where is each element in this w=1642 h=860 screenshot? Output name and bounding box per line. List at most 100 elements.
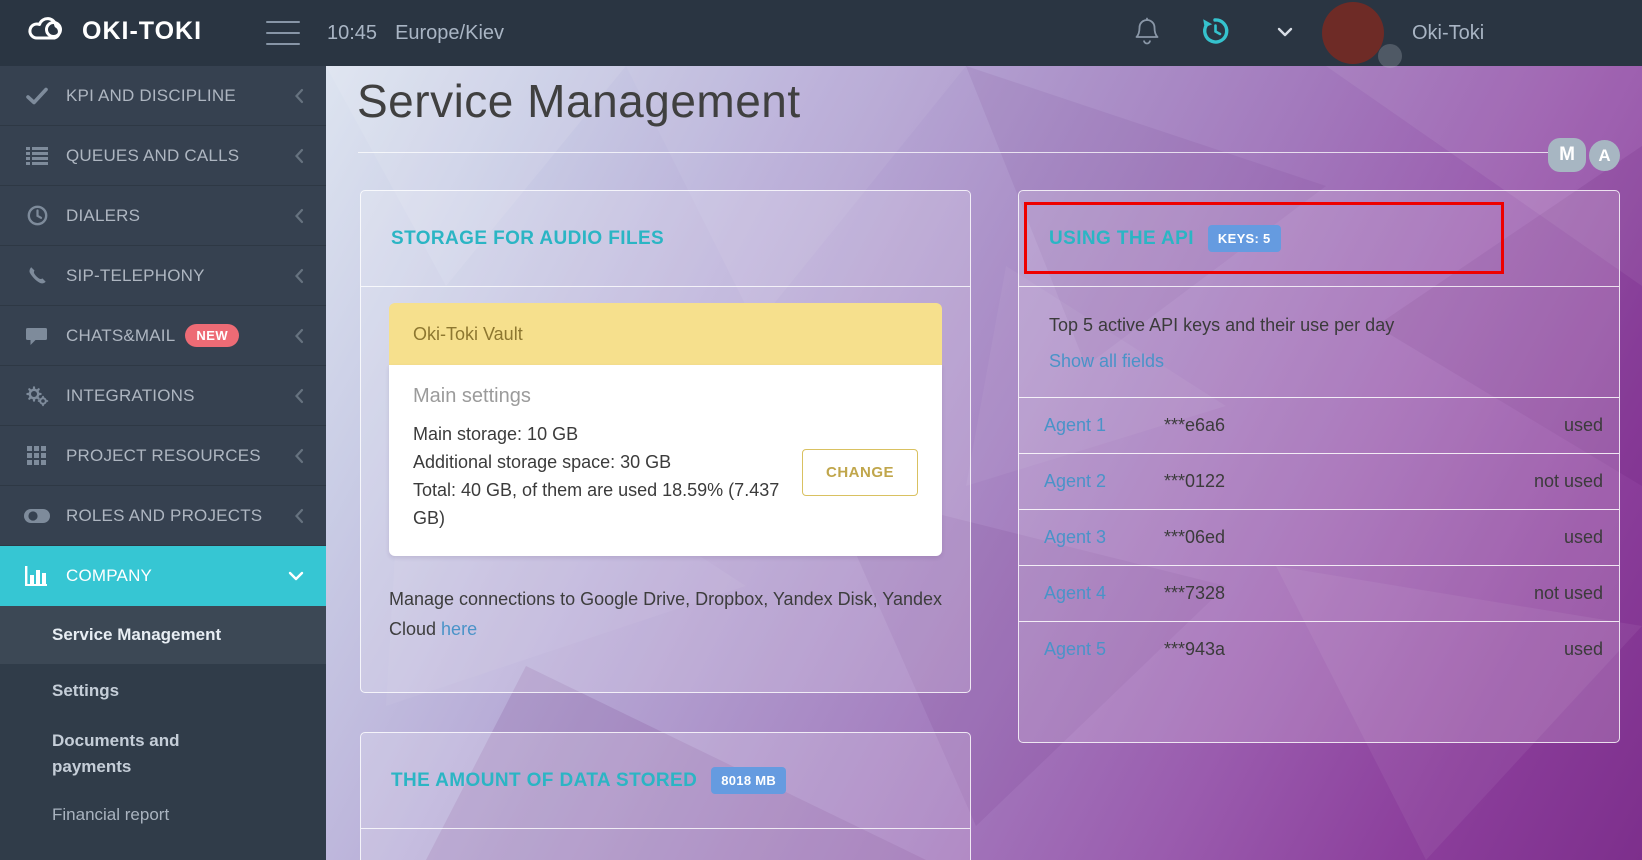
total-storage-value: Total: 40 GB, of them are used 18.59% (7… <box>413 476 783 532</box>
api-keys-table: Agent 1 ***e6a6 used Agent 2 ***0122 not… <box>1019 397 1619 677</box>
company-submenu: Service Management Settings Documents an… <box>0 606 326 860</box>
submenu-item-settings[interactable]: Settings <box>0 664 326 718</box>
api-key-value: ***7328 <box>1164 583 1384 604</box>
table-row: Agent 2 ***0122 not used <box>1019 453 1619 509</box>
sidebar-item-company[interactable]: COMPANY <box>0 546 326 606</box>
table-row: Agent 1 ***e6a6 used <box>1019 397 1619 453</box>
avatar[interactable] <box>1322 2 1384 64</box>
toggle-icon <box>24 505 50 527</box>
agent-link[interactable]: Agent 3 <box>1044 527 1164 548</box>
chevron-down-icon <box>1277 24 1293 42</box>
chevron-left-icon <box>294 208 304 224</box>
agent-link[interactable]: Agent 1 <box>1044 415 1164 436</box>
agent-link[interactable]: Agent 5 <box>1044 639 1164 660</box>
agent-link[interactable]: Agent 2 <box>1044 471 1164 492</box>
history-refresh-icon <box>1200 16 1230 51</box>
app-logo[interactable]: OKI-TOKI <box>26 14 202 49</box>
topbar: OKI-TOKI 10:45 Europe/Kiev Oki-Toki <box>0 0 1642 66</box>
sidebar-item-sip-telephony[interactable]: SIP-TELEPHONY <box>0 246 326 306</box>
grid-icon <box>24 445 50 467</box>
sidebar-item-kpi-and-discipline[interactable]: KPI AND DISCIPLINE <box>0 66 326 126</box>
keys-count-badge: KEYS: 5 <box>1208 225 1281 252</box>
bar-chart-icon <box>24 565 50 587</box>
sidebar-item-queues-and-calls[interactable]: QUEUES AND CALLS <box>0 126 326 186</box>
storage-card-title: STORAGE FOR AUDIO FILES <box>391 228 664 250</box>
check-icon <box>24 85 50 107</box>
api-key-value: ***943a <box>1164 639 1384 660</box>
api-key-value: ***0122 <box>1164 471 1384 492</box>
clock: 10:45 Europe/Kiev <box>327 0 504 66</box>
manage-connections-text: Manage connections to Google Drive, Drop… <box>389 584 945 644</box>
table-row: Agent 5 ***943a used <box>1019 621 1619 677</box>
chevron-left-icon <box>294 88 304 104</box>
show-all-fields-link[interactable]: Show all fields <box>1049 351 1164 371</box>
sidebar-item-label: SIP-TELEPHONY <box>66 266 205 286</box>
storage-card-header: STORAGE FOR AUDIO FILES <box>361 191 970 287</box>
sidebar-item-label: INTEGRATIONS <box>66 386 195 406</box>
logo-text: OKI-TOKI <box>82 17 202 46</box>
sidebar-item-roles-and-projects[interactable]: ROLES AND PROJECTS <box>0 486 326 546</box>
api-card-title: USING THE API <box>1049 228 1194 250</box>
sidebar-item-dialers[interactable]: DIALERS <box>0 186 326 246</box>
new-badge: NEW <box>185 324 239 347</box>
submenu-item-label: Documents and payments <box>52 728 262 780</box>
here-link[interactable]: here <box>441 619 477 639</box>
bell-icon <box>1134 17 1160 50</box>
chevron-down-icon <box>288 571 304 581</box>
additional-storage-value: Additional storage space: 30 GB <box>413 448 783 476</box>
sidebar-item-label: QUEUES AND CALLS <box>66 146 239 166</box>
list-icon <box>24 145 50 167</box>
chevron-left-icon <box>294 508 304 524</box>
api-key-status: used <box>1564 639 1603 660</box>
data-amount-badge: 8018 MB <box>711 767 786 794</box>
submenu-item-documents-and-payments[interactable]: Documents and payments <box>0 718 326 790</box>
agent-link[interactable]: Agent 4 <box>1044 583 1164 604</box>
notifications-button[interactable] <box>1124 10 1170 56</box>
sidebar-item-chats-mail[interactable]: CHATS&MAIL NEW <box>0 306 326 366</box>
submenu-item-financial-report[interactable]: Financial report <box>0 790 326 840</box>
main-settings-label: Main settings <box>413 385 918 408</box>
api-key-status: not used <box>1534 471 1603 492</box>
api-card-header: USING THE API KEYS: 5 <box>1019 191 1619 287</box>
chevron-left-icon <box>294 448 304 464</box>
api-description: Top 5 active API keys and their use per … <box>1019 287 1619 336</box>
submenu-item-label: Service Management <box>52 625 221 645</box>
vault-panel-header: Oki-Toki Vault <box>389 303 942 365</box>
history-button[interactable] <box>1192 10 1238 56</box>
chevron-left-icon <box>294 268 304 284</box>
time-value: 10:45 <box>327 22 377 45</box>
gears-icon <box>24 385 50 407</box>
sidebar-item-integrations[interactable]: INTEGRATIONS <box>0 366 326 426</box>
data-stored-card-title: THE AMOUNT OF DATA STORED <box>391 770 697 792</box>
api-card: USING THE API KEYS: 5 Top 5 active API k… <box>1018 190 1620 743</box>
hamburger-menu-icon[interactable] <box>266 21 300 45</box>
clock-icon <box>24 205 50 227</box>
timezone-label: Europe/Kiev <box>395 22 504 45</box>
data-stored-card-header: THE AMOUNT OF DATA STORED 8018 MB <box>361 733 970 829</box>
workspace-badge-a[interactable]: A <box>1589 140 1620 171</box>
sidebar-item-label: COMPANY <box>66 566 152 586</box>
submenu-item-service-management[interactable]: Service Management <box>0 606 326 664</box>
cloud-logo-icon <box>26 14 70 49</box>
account-menu-toggle[interactable] <box>1262 10 1308 56</box>
account-name: Oki-Toki <box>1412 0 1484 66</box>
sidebar-item-project-resources[interactable]: PROJECT RESOURCES <box>0 426 326 486</box>
api-key-status: used <box>1564 527 1603 548</box>
submenu-item-label: Financial report <box>52 805 169 825</box>
main-content: Service Management M A STORAGE FOR AUDIO… <box>326 66 1642 860</box>
storage-card: STORAGE FOR AUDIO FILES Oki-Toki Vault M… <box>360 190 971 693</box>
chevron-left-icon <box>294 328 304 344</box>
phone-icon <box>24 265 50 287</box>
avatar-status-dot <box>1378 44 1402 68</box>
workspace-badge-m[interactable]: M <box>1548 138 1586 172</box>
sidebar-item-label: PROJECT RESOURCES <box>66 446 261 466</box>
chat-bubble-icon <box>24 325 50 347</box>
api-key-value: ***e6a6 <box>1164 415 1384 436</box>
sidebar-item-label: ROLES AND PROJECTS <box>66 506 262 526</box>
chevron-left-icon <box>294 148 304 164</box>
chevron-left-icon <box>294 388 304 404</box>
table-row: Agent 4 ***7328 not used <box>1019 565 1619 621</box>
submenu-item-label: Settings <box>52 681 119 701</box>
sidebar-item-label: KPI AND DISCIPLINE <box>66 86 236 106</box>
change-button[interactable]: CHANGE <box>802 449 918 496</box>
